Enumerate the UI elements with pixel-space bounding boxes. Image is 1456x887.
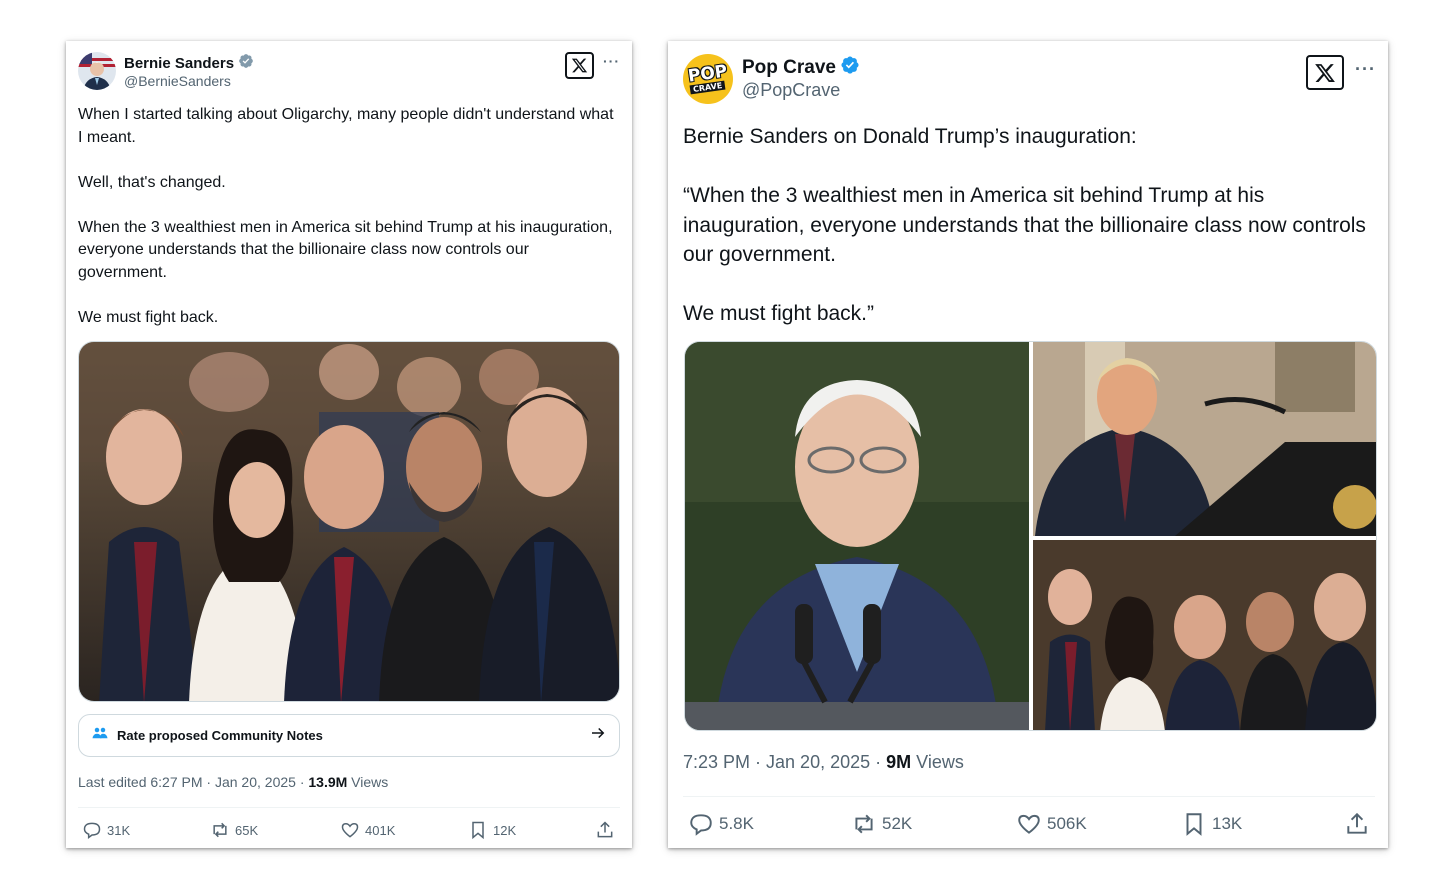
bookmark-icon — [1186, 813, 1202, 836]
reply-icon — [690, 814, 712, 836]
divider — [78, 807, 620, 808]
tweet-photo-2[interactable] — [1033, 342, 1377, 536]
views-count: 13.9M — [308, 774, 348, 790]
repost-button[interactable]: 65K — [210, 820, 258, 840]
timestamp[interactable]: Last edited 6:27 PM · Jan 20, 2025 · — [78, 774, 308, 790]
repost-button[interactable]: 52K — [851, 811, 912, 837]
verified-badge-icon — [840, 55, 860, 81]
tweet-meta: Last edited 6:27 PM · Jan 20, 2025 · 13.… — [78, 774, 388, 790]
x-logo-icon[interactable] — [1306, 55, 1344, 90]
reply-icon — [83, 822, 101, 839]
share-button[interactable] — [595, 820, 615, 840]
arrow-right-icon — [589, 724, 607, 747]
tweet-meta: 7:23 PM · Jan 20, 2025 · 9M Views — [683, 752, 964, 773]
reply-button[interactable]: 5.8K — [688, 811, 754, 837]
views-label: Views — [347, 774, 389, 790]
avatar[interactable]: POP CRAVE — [683, 54, 733, 104]
bookmark-button[interactable]: 12K — [468, 820, 516, 840]
repost-icon — [213, 822, 227, 838]
reply-button[interactable]: 31K — [82, 820, 130, 840]
divider — [683, 796, 1375, 797]
views-count: 9M — [886, 752, 912, 772]
author-handle[interactable]: @PopCrave — [742, 80, 840, 101]
author-name[interactable]: Bernie Sanders — [124, 53, 254, 73]
share-icon — [597, 821, 613, 838]
tweet-card-popcrave: POP CRAVE Pop Crave @PopCrave ··· Bernie… — [668, 41, 1388, 848]
verified-badge-icon — [238, 53, 254, 73]
share-button[interactable] — [1344, 811, 1370, 837]
tweet-photo-1[interactable] — [685, 342, 1029, 731]
more-icon[interactable]: ··· — [603, 53, 620, 69]
tweet-card-bernie: Bernie Sanders @BernieSanders ··· When I… — [66, 41, 632, 848]
bookmark-button[interactable]: 13K — [1181, 811, 1242, 837]
repost-icon — [855, 814, 873, 834]
like-button[interactable]: 506K — [1016, 811, 1087, 837]
like-icon — [341, 822, 359, 838]
tweet-photo[interactable] — [78, 341, 620, 702]
share-icon — [1347, 812, 1367, 834]
x-logo-icon[interactable] — [565, 52, 594, 79]
author-name-text: Pop Crave — [742, 57, 836, 78]
repost-count: 65K — [235, 822, 259, 838]
views-label: Views — [911, 752, 964, 772]
reply-count: 31K — [107, 822, 131, 838]
community-notes-label: Rate proposed Community Notes — [117, 728, 323, 743]
repost-count: 52K — [882, 814, 913, 833]
author-handle[interactable]: @BernieSanders — [124, 73, 231, 89]
community-notes-bar[interactable]: Rate proposed Community Notes — [78, 714, 620, 757]
tweet-text: Bernie Sanders on Donald Trump’s inaugur… — [683, 125, 1366, 325]
like-button[interactable]: 401K — [340, 820, 395, 840]
like-count: 401K — [365, 822, 396, 838]
timestamp[interactable]: 7:23 PM · Jan 20, 2025 · — [683, 752, 886, 772]
avatar[interactable] — [78, 52, 116, 90]
bookmark-icon — [472, 821, 484, 840]
reply-count: 5.8K — [719, 814, 754, 833]
tweet-photo-grid — [684, 341, 1377, 731]
more-icon[interactable]: ··· — [1355, 59, 1376, 80]
bookmark-count: 13K — [1212, 814, 1243, 833]
tweet-text: When I started talking about Oligarchy, … — [78, 106, 614, 326]
author-name-text: Bernie Sanders — [124, 54, 235, 72]
like-icon — [1018, 814, 1040, 834]
community-notes-icon — [91, 724, 109, 747]
bookmark-count: 12K — [493, 822, 517, 838]
tweet-photo-3[interactable] — [1033, 540, 1377, 731]
author-name[interactable]: Pop Crave — [742, 55, 860, 81]
like-count: 506K — [1047, 814, 1087, 833]
